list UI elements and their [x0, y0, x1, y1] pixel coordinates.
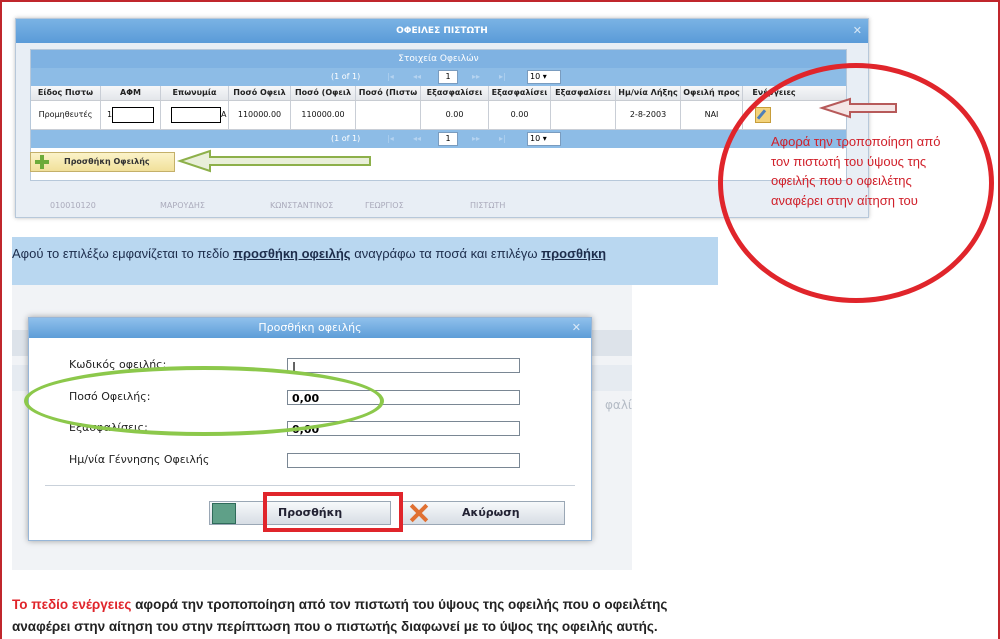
cell-guarantee [551, 101, 616, 129]
next-page-button[interactable]: ▸▸ [472, 134, 480, 143]
close-icon[interactable]: ✕ [853, 19, 862, 43]
next-page-button[interactable]: ▸▸ [472, 72, 480, 81]
dialog-separator [45, 485, 575, 486]
ghost-cell: 010010120 [50, 201, 96, 210]
redacted-box [112, 106, 155, 123]
redacted-box [171, 106, 221, 123]
instruction-link-add-debt: προσθήκη οφειλής [233, 246, 351, 261]
debt-date-input[interactable] [287, 453, 520, 468]
ghost-cell: ΓΕΩΡΓΙΟΣ [365, 201, 404, 210]
cell-type: Προμηθευτές [31, 101, 101, 129]
instruction-part: Αφού το επιλέξω εμφανίζεται το πεδίο [12, 246, 234, 261]
table-row[interactable]: Προμηθευτές 1 Α 110000.00 110000.00 0.00… [31, 101, 846, 129]
pager-count: (1 of 1) [331, 134, 361, 143]
instruction-text: Αφού το επιλέξω εμφανίζεται το πεδίο προ… [12, 246, 606, 261]
cancel-button[interactable]: Ακύρωση [399, 501, 565, 525]
background-row: 010010120 ΜΑΡΟΥΔΗΣ ΚΩΝΣΤΑΝΤΙΝΟΣ ΓΕΩΡΓΙΟΣ… [15, 201, 715, 215]
pager-top: (1 of 1) |◂ ◂◂ 1 ▸▸ ▸| 10 ▾ [31, 68, 846, 86]
col-header[interactable]: Ημ/νία Λήξης [616, 86, 681, 100]
pager-count: (1 of 1) [331, 72, 361, 81]
explanation-text-line2: αναφέρει στην αίτηση του στην περίπτωση … [12, 619, 658, 634]
table-header: Είδος Πιστω ΑΦΜ Επωνυμία Ποσό Οφειλ Ποσό… [31, 86, 846, 101]
panel-title: Στοιχεία Οφειλών [31, 50, 846, 68]
window-titlebar: ΟΦΕΙΛΕΣ ΠΙΣΤΩΤΗ ✕ [16, 19, 868, 43]
cell-amount: 110000.00 [291, 101, 356, 129]
debt-date-label: Ημ/νία Γέννησης Οφειλής [69, 453, 210, 466]
bottom-explanation: Το πεδίο ενέργειες αφορά την τροποποίηση… [12, 594, 992, 638]
col-header[interactable]: Ποσό Οφειλ [229, 86, 291, 100]
background-text: φαλί [605, 398, 632, 412]
ghost-cell: ΜΑΡΟΥΔΗΣ [160, 201, 205, 210]
last-page-button[interactable]: ▸| [499, 134, 506, 143]
cell-date: 2-8-2003 [616, 101, 681, 129]
red-annotation-rect [263, 492, 403, 532]
col-header[interactable]: Είδος Πιστω [31, 86, 101, 100]
cancel-x-icon [408, 503, 428, 523]
clipboard-icon [212, 503, 236, 524]
instruction-strip: Αφού το επιλέξω εμφανίζεται το πεδίο προ… [12, 237, 718, 285]
cell-guarantee: 0.00 [489, 101, 551, 129]
highlight-text: Το πεδίο ενέργειες [12, 597, 132, 612]
col-header[interactable]: Ποσό (Οφειλ [291, 86, 356, 100]
cell-amount: 110000.00 [229, 101, 291, 129]
col-header[interactable]: Εξασφαλίσει [551, 86, 616, 100]
first-page-button[interactable]: |◂ [387, 134, 394, 143]
cell-afm: 1 [101, 101, 161, 129]
instruction-link-add: προσθήκη [541, 246, 607, 261]
col-header[interactable]: Οφειλή προς [681, 86, 743, 100]
col-header[interactable]: Εξασφαλίσει [421, 86, 489, 100]
dialog-titlebar: Προσθήκη οφειλής ✕ [29, 318, 591, 338]
cell-name: Α [161, 101, 229, 129]
cell-amount [356, 101, 421, 129]
instruction-part: αναγράφω τα ποσά και επιλέγω [350, 246, 542, 261]
cell-name-suffix: Α [221, 110, 227, 119]
page-number[interactable]: 1 [438, 70, 458, 84]
explanation-text: αφορά την τροποποίηση από τον πιστωτή το… [131, 597, 668, 612]
add-debt-label: Προσθήκη Οφειλής [64, 157, 150, 166]
page-size-select[interactable]: 10 ▾ [527, 132, 561, 146]
plus-icon [35, 155, 49, 169]
close-icon[interactable]: ✕ [572, 318, 581, 338]
last-page-button[interactable]: ▸| [499, 72, 506, 81]
col-header[interactable]: Επωνυμία [161, 86, 229, 100]
window-title: ΟΦΕΙΛΕΣ ΠΙΣΤΩΤΗ [396, 26, 488, 36]
annotation-note: Αφορά την τροποποίηση από τον πιστωτή το… [771, 134, 941, 208]
prev-page-button[interactable]: ◂◂ [413, 134, 421, 143]
debt-code-input[interactable]: | [287, 358, 520, 373]
ghost-cell: ΠΙΣΤΩΤΗ [470, 201, 506, 210]
cell-guarantee: 0.00 [421, 101, 489, 129]
cancel-button-label: Ακύρωση [462, 506, 520, 519]
col-header[interactable]: ΑΦΜ [101, 86, 161, 100]
green-annotation-ellipse [24, 366, 384, 436]
col-header[interactable]: Ποσό (Πιστω [356, 86, 421, 100]
add-debt-button[interactable]: Προσθήκη Οφειλής [30, 152, 175, 172]
page-size-select[interactable]: 10 ▾ [527, 70, 561, 84]
page-number[interactable]: 1 [438, 132, 458, 146]
dialog-title: Προσθήκη οφειλής [258, 321, 362, 334]
cell-flag: ΝΑΙ [681, 101, 743, 129]
first-page-button[interactable]: |◂ [387, 72, 394, 81]
ghost-cell: ΚΩΝΣΤΑΝΤΙΝΟΣ [270, 201, 334, 210]
prev-page-button[interactable]: ◂◂ [413, 72, 421, 81]
col-header[interactable]: Εξασφαλίσει [489, 86, 551, 100]
